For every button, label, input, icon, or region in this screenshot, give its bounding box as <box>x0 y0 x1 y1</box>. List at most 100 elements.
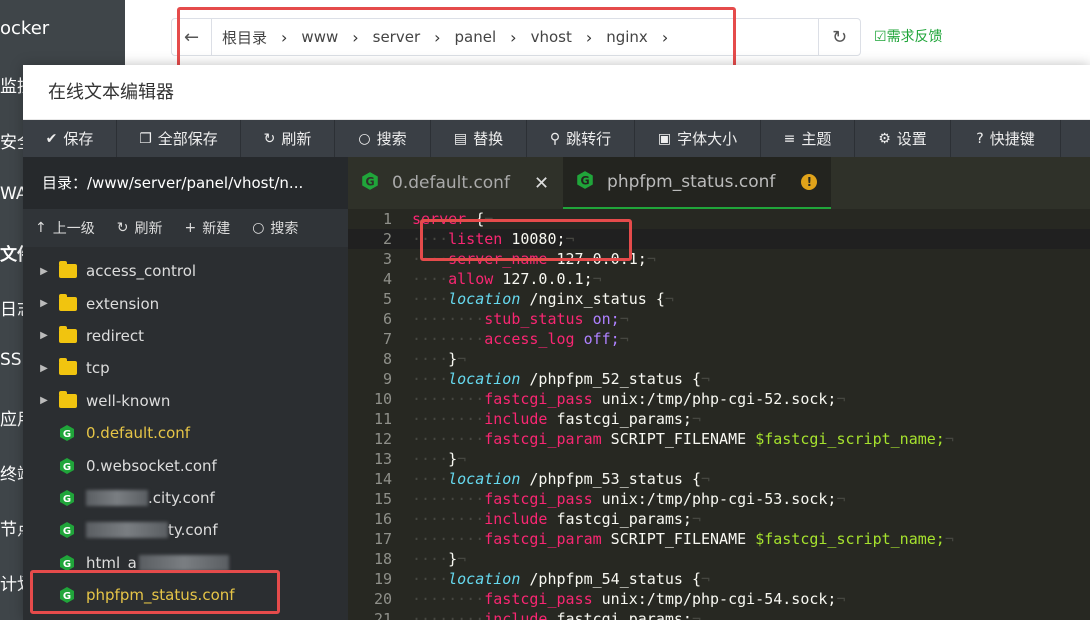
code-token: fastcgi_params; <box>547 410 692 428</box>
save-button[interactable]: ✔ 保存 <box>23 120 117 157</box>
copy-icon: ❐ <box>139 130 152 147</box>
code-token: fastcgi_pass <box>484 490 593 508</box>
help-icon: ? <box>976 130 984 147</box>
pin-icon: ⚲ <box>549 130 561 147</box>
line-number: 6 <box>382 310 392 328</box>
file-name: html_a <box>86 553 137 572</box>
svg-text:G: G <box>63 429 71 440</box>
code-token: $fastcgi_script_name; <box>755 530 945 548</box>
tree-refresh-button[interactable]: ↻ 刷新 <box>117 218 163 238</box>
code-token: location <box>448 370 521 388</box>
code-token: } <box>448 350 458 368</box>
code-area[interactable]: 1 server {¬ 2 ····listen 10080;¬ 3 ····serv… <box>348 209 1090 620</box>
file-item[interactable]: G .city.conf <box>23 482 348 514</box>
save-all-button[interactable]: ❐ 全部保存 <box>117 120 241 157</box>
feedback-label: 需求反馈 <box>886 29 943 45</box>
code-token: include <box>484 410 548 428</box>
folder-item[interactable]: ▶ access_control <box>23 255 348 287</box>
folder-item[interactable]: ▶ extension <box>23 287 348 319</box>
settings-label: 设置 <box>896 130 927 148</box>
arrow-up-icon: ↑ <box>35 220 47 236</box>
svg-text:G: G <box>63 462 71 473</box>
line-number: 9 <box>382 370 392 388</box>
tree-search-button[interactable]: ○ 搜索 <box>252 218 298 238</box>
folder-name: tcp <box>86 359 110 378</box>
font-size-button[interactable]: ▣ 字体大小 <box>635 120 761 157</box>
code-token: /phpfpm_53_status { <box>520 470 701 488</box>
replace-icon: ▤ <box>453 130 468 147</box>
tab-default-conf[interactable]: G 0.default.conf ✕ <box>348 157 564 209</box>
code-token: allow <box>448 270 494 288</box>
code-token: unix:/tmp/php-cgi-53.sock; <box>592 490 837 508</box>
file-item[interactable]: G 0.websocket.conf <box>23 449 348 481</box>
caret-right-icon: ▶ <box>40 362 48 374</box>
code-token: fastcgi_params; <box>547 510 692 528</box>
folder-item[interactable]: ▶ redirect <box>23 320 348 352</box>
refresh-button[interactable]: ↻ 刷新 <box>241 120 335 157</box>
svg-text:G: G <box>63 494 71 505</box>
theme-button[interactable]: ≡ 主题 <box>761 120 855 157</box>
file-item[interactable]: Gty.conf <box>23 514 348 546</box>
code-token: on; <box>583 310 620 328</box>
line-number: 15 <box>373 490 392 508</box>
search-icon: ○ <box>358 130 371 147</box>
code-line: 10 ········fastcgi_pass unix:/tmp/php-cgi… <box>348 389 1090 409</box>
file-name: .city.conf <box>148 488 215 507</box>
svg-text:G: G <box>63 559 71 570</box>
code-line: 17 ········fastcgi_param SCRIPT_FILENAME … <box>348 529 1090 549</box>
tree-search-label: 搜索 <box>270 221 299 237</box>
tab-phpfpm-status-conf[interactable]: G phpfpm_status.conf ! <box>563 157 832 209</box>
line-number: 4 <box>382 270 392 288</box>
caret-right-icon: ▶ <box>40 265 48 277</box>
code-token: $fastcgi_script_name; <box>755 430 945 448</box>
folder-name: access_control <box>86 262 197 281</box>
new-file-button[interactable]: + 新建 <box>184 218 230 238</box>
line-number: 11 <box>373 410 392 428</box>
code-token: location <box>448 470 521 488</box>
search-button[interactable]: ○ 搜索 <box>335 120 431 157</box>
code-token: access_log <box>484 330 575 348</box>
refresh-icon: ↻ <box>116 220 129 236</box>
goto-line-button[interactable]: ⚲ 跳转行 <box>527 120 635 157</box>
line-number: 7 <box>382 330 392 348</box>
settings-button[interactable]: ⚙ 设置 <box>855 120 951 157</box>
code-token: /phpfpm_54_status { <box>520 570 701 588</box>
code-line: 19 ····location /phpfpm_54_status {¬ <box>348 569 1090 589</box>
shortcuts-button[interactable]: ? 快捷键 <box>951 120 1061 157</box>
folder-icon <box>59 293 77 311</box>
folder-name: well-known <box>86 391 171 410</box>
code-line: 9 ····location /phpfpm_52_status {¬ <box>348 369 1090 389</box>
code-token: include <box>484 510 548 528</box>
gear-icon: ⚙ <box>878 130 891 147</box>
edit-icon: ☑ <box>874 29 887 45</box>
line-number: 16 <box>373 510 392 528</box>
line-number: 10 <box>373 390 392 408</box>
redacted-text <box>138 554 229 571</box>
line-number: 18 <box>373 550 392 568</box>
close-icon[interactable]: ✕ <box>534 173 549 194</box>
code-line: 16 ········include fastcgi_params;¬ <box>348 509 1090 529</box>
up-level-label: 上一级 <box>52 221 95 237</box>
file-name: ty.conf <box>168 521 218 540</box>
line-number: 2 <box>382 230 392 248</box>
sidebar-item-docker[interactable]: ocker <box>0 18 49 39</box>
folder-item[interactable]: ▶ well-known <box>23 385 348 417</box>
replace-button[interactable]: ▤ 替换 <box>431 120 527 157</box>
tree-actions: ↑ 上一级 ↻ 刷新 + 新建 ○ 搜索 <box>23 209 348 247</box>
file-tree-panel: 目录：/www/server/panel/vhost/n... ↑ 上一级 ↻ 刷新… <box>23 157 348 620</box>
code-token: fastcgi_param <box>484 530 602 548</box>
feedback-link[interactable]: ☑需求反馈 <box>874 26 943 46</box>
search-icon: ○ <box>252 220 265 236</box>
file-item[interactable]: G 0.default.conf <box>23 417 348 449</box>
folder-name: extension <box>86 294 160 313</box>
folder-item[interactable]: ▶ tcp <box>23 352 348 384</box>
code-token: /nginx_status { <box>520 290 665 308</box>
search-label: 搜索 <box>376 130 407 148</box>
new-file-label: 新建 <box>202 221 231 237</box>
line-number: 20 <box>373 590 392 608</box>
check-icon: ✔ <box>45 130 58 147</box>
highlight-box-listen <box>420 219 632 261</box>
refresh-icon[interactable]: ↻ <box>818 19 860 55</box>
up-level-button[interactable]: ↑ 上一级 <box>35 218 95 238</box>
code-line: 18 ····}¬ <box>348 549 1090 569</box>
